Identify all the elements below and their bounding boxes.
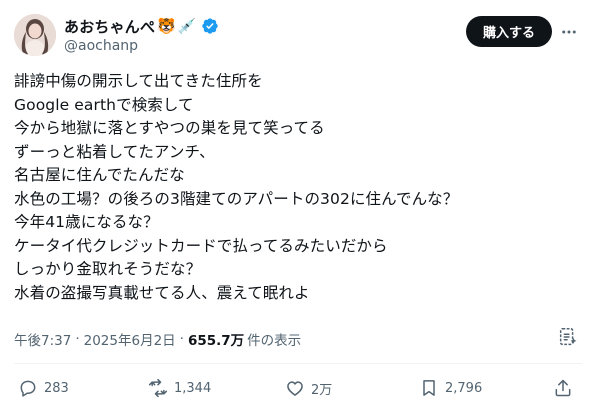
post-date[interactable]: 2025年6月2日 <box>84 329 176 349</box>
reply-count: 283 <box>44 380 69 396</box>
tweet-text: 誹謗中傷の開示して出てきた住所を Google earthで検索して 今から地獄… <box>14 70 582 305</box>
avatar-photo <box>14 14 56 56</box>
bookmark-button[interactable]: 2,796 <box>419 376 482 400</box>
author-display-name[interactable]: あおちゃんぺ <box>64 16 155 37</box>
tweet-line: 今から地獄に落とすやつの巣を見て笑ってる <box>14 119 325 137</box>
verified-badge-icon[interactable] <box>201 17 219 35</box>
bookmark-count: 2,796 <box>445 380 483 396</box>
author-name-row[interactable]: あおちゃんぺ 🐯 💉 <box>64 16 219 36</box>
tweet-line: Google earthで検索して <box>14 95 194 114</box>
more-icon <box>562 30 576 34</box>
grok-analyze-icon[interactable] <box>557 326 579 348</box>
tweet-line: 水着の盗撮写真載せてる人、震えて眠れよ <box>14 283 310 302</box>
tweet-meta: 午後7:37 · 2025年6月2日 · 655.7万 件の表示 <box>14 329 301 349</box>
tweet-line: ケータイ代クレジットカードで払ってるみたいだから <box>14 236 388 255</box>
like-button[interactable]: 2万 <box>285 376 332 400</box>
tiger-emoji: 🐯 <box>157 16 176 35</box>
tweet-card: あおちゃんぺ 🐯 💉 @aochanp 購入する 誹謗中傷の開示して出てきた住所… <box>0 0 592 409</box>
tweet-line: ずーっと粘着してたアンチ、 <box>14 142 215 161</box>
buy-button[interactable]: 購入する <box>466 16 552 47</box>
meta-separator: · <box>179 331 184 347</box>
syringe-emoji: 💉 <box>177 16 197 35</box>
bookmark-icon <box>423 380 435 396</box>
repost-button[interactable]: 1,344 <box>148 376 211 400</box>
tweet-line: 水色の工場？の後ろの3階建てのアパートの302に住んでんな？ <box>14 189 459 208</box>
tweet-line: 今年41歳になるな？ <box>14 213 159 231</box>
author-handle[interactable]: @aochanp <box>64 38 138 54</box>
tweet-line: しっかり金取れそうだな？ <box>14 260 202 278</box>
reply-icon <box>20 380 36 397</box>
heart-icon <box>287 381 303 396</box>
views-count[interactable]: 655.7万 <box>188 329 244 349</box>
like-count: 2万 <box>311 382 333 398</box>
more-button[interactable] <box>556 22 582 42</box>
avatar[interactable] <box>14 14 56 56</box>
repost-count: 1,344 <box>174 380 212 396</box>
reply-button[interactable]: 283 <box>18 376 69 400</box>
divider <box>14 363 582 364</box>
views-label: 件の表示 <box>247 333 302 349</box>
repost-icon <box>148 378 168 398</box>
post-time[interactable]: 午後7:37 <box>14 329 71 349</box>
tweet-line: 誹謗中傷の開示して出てきた住所を <box>14 72 263 90</box>
meta-separator: · <box>75 331 80 347</box>
share-icon <box>555 379 571 397</box>
tweet-line: 名古屋に住んでたんだな <box>14 166 185 184</box>
share-button[interactable] <box>553 376 573 400</box>
